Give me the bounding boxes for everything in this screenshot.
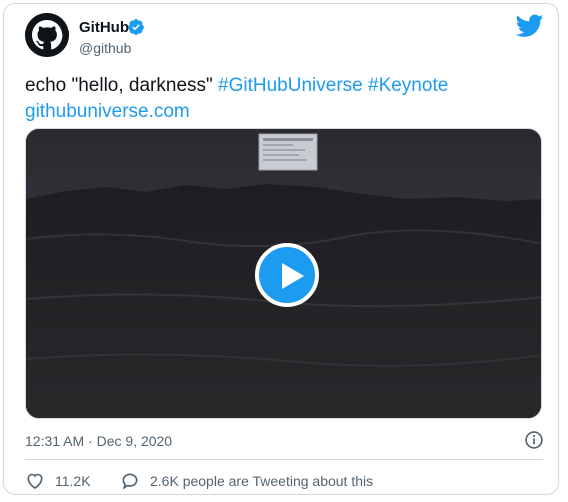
tweet-body: echo "hello, darkness" [25,75,213,96]
heart-icon [27,473,43,490]
github-octocat-icon[interactable] [25,13,69,57]
hashtag-githubuniverse[interactable]: #GitHubUniverse [218,75,363,96]
like-button[interactable]: 11.2K [25,470,91,492]
tweet-card[interactable]: GitHub @github echo "hello, darkness" #G… [3,3,559,495]
author-handle[interactable]: @github [79,40,131,56]
video-player[interactable] [25,128,542,419]
conversation-text: 2.6K people are Tweeting about this [150,473,374,489]
info-icon[interactable] [524,430,544,450]
tweet-timestamp[interactable]: 12:31 AM · Dec 9, 2020 [25,433,172,449]
hashtag-keynote[interactable]: #Keynote [368,75,448,96]
twitter-bird-icon[interactable] [516,14,544,38]
verified-badge-icon [128,19,144,35]
play-icon[interactable] [255,243,319,307]
conversation-link[interactable]: 2.6K people are Tweeting about this [120,470,373,492]
author-name[interactable]: GitHub [79,19,129,36]
like-count: 11.2K [55,473,91,489]
divider [25,459,543,460]
speech-bubble-icon [122,473,138,490]
tweet-link[interactable]: githubuniverse.com [25,101,190,122]
tweet-text: echo "hello, darkness" #GitHubUniverse #… [25,73,545,125]
